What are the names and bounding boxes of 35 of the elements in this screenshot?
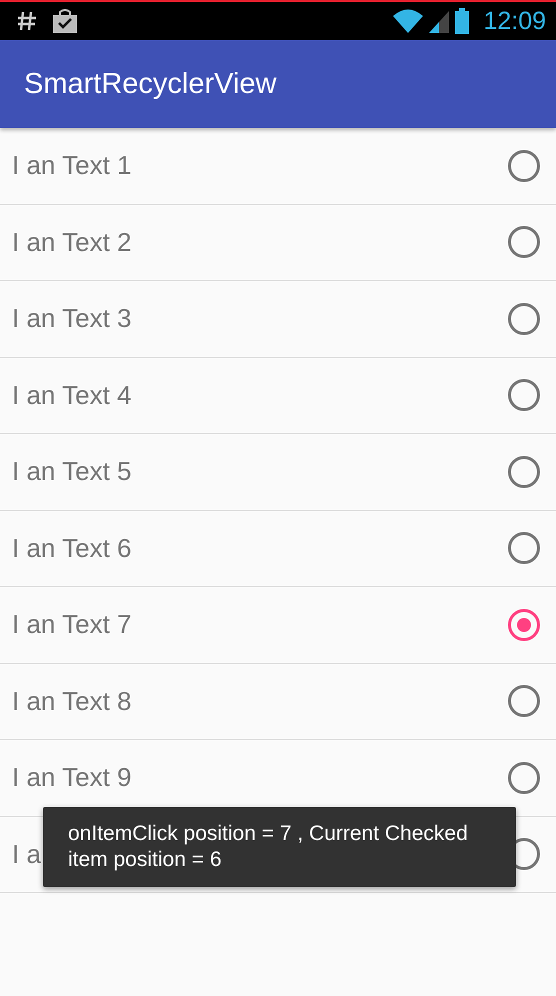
item-text: I an Text 8 (12, 686, 132, 717)
shopping-bag-icon (52, 9, 78, 33)
item-text: I an Text 5 (12, 456, 132, 488)
radio-button[interactable] (508, 762, 540, 794)
radio-button[interactable] (508, 685, 540, 718)
list-item[interactable]: I an Text 4 (0, 358, 556, 434)
radio-button[interactable] (508, 379, 540, 412)
item-text: I an Text 4 (12, 380, 132, 411)
wifi-icon (393, 9, 424, 33)
list-item[interactable]: I an Text 8 (0, 664, 556, 740)
item-text: I an Text 9 (12, 762, 132, 794)
list-item[interactable]: I an Text 1 (0, 128, 556, 204)
radio-button[interactable] (508, 226, 540, 258)
item-text: I an Text 6 (12, 532, 132, 564)
item-text: I a (12, 838, 41, 870)
list-item[interactable]: I an Text 6 (0, 510, 556, 587)
signal-icon (429, 9, 450, 33)
list-item[interactable]: I an Text 7 (0, 587, 556, 664)
item-text: I an Text 7 (12, 609, 132, 640)
status-time: 12:09 (483, 6, 546, 36)
item-text: I an Text 3 (12, 303, 132, 334)
list-item[interactable]: I an Text 5 (0, 434, 556, 510)
battery-icon (455, 8, 470, 34)
radio-button[interactable] (508, 456, 540, 488)
app-title: SmartRecyclerView (24, 68, 276, 100)
radio-button[interactable] (508, 302, 540, 335)
item-text: I an Text 2 (12, 226, 132, 258)
hash-icon (16, 9, 38, 33)
radio-button[interactable] (508, 532, 540, 564)
list-item[interactable]: I an Text 2 (0, 204, 556, 281)
message-toast: onItemClick position = 7 , Current Checked item position = 6 (43, 807, 516, 887)
radio-button[interactable] (508, 150, 540, 182)
radio-button[interactable] (508, 608, 540, 641)
list-item[interactable]: I an Text 3 (0, 281, 556, 358)
item-text: I an Text 1 (12, 150, 132, 182)
